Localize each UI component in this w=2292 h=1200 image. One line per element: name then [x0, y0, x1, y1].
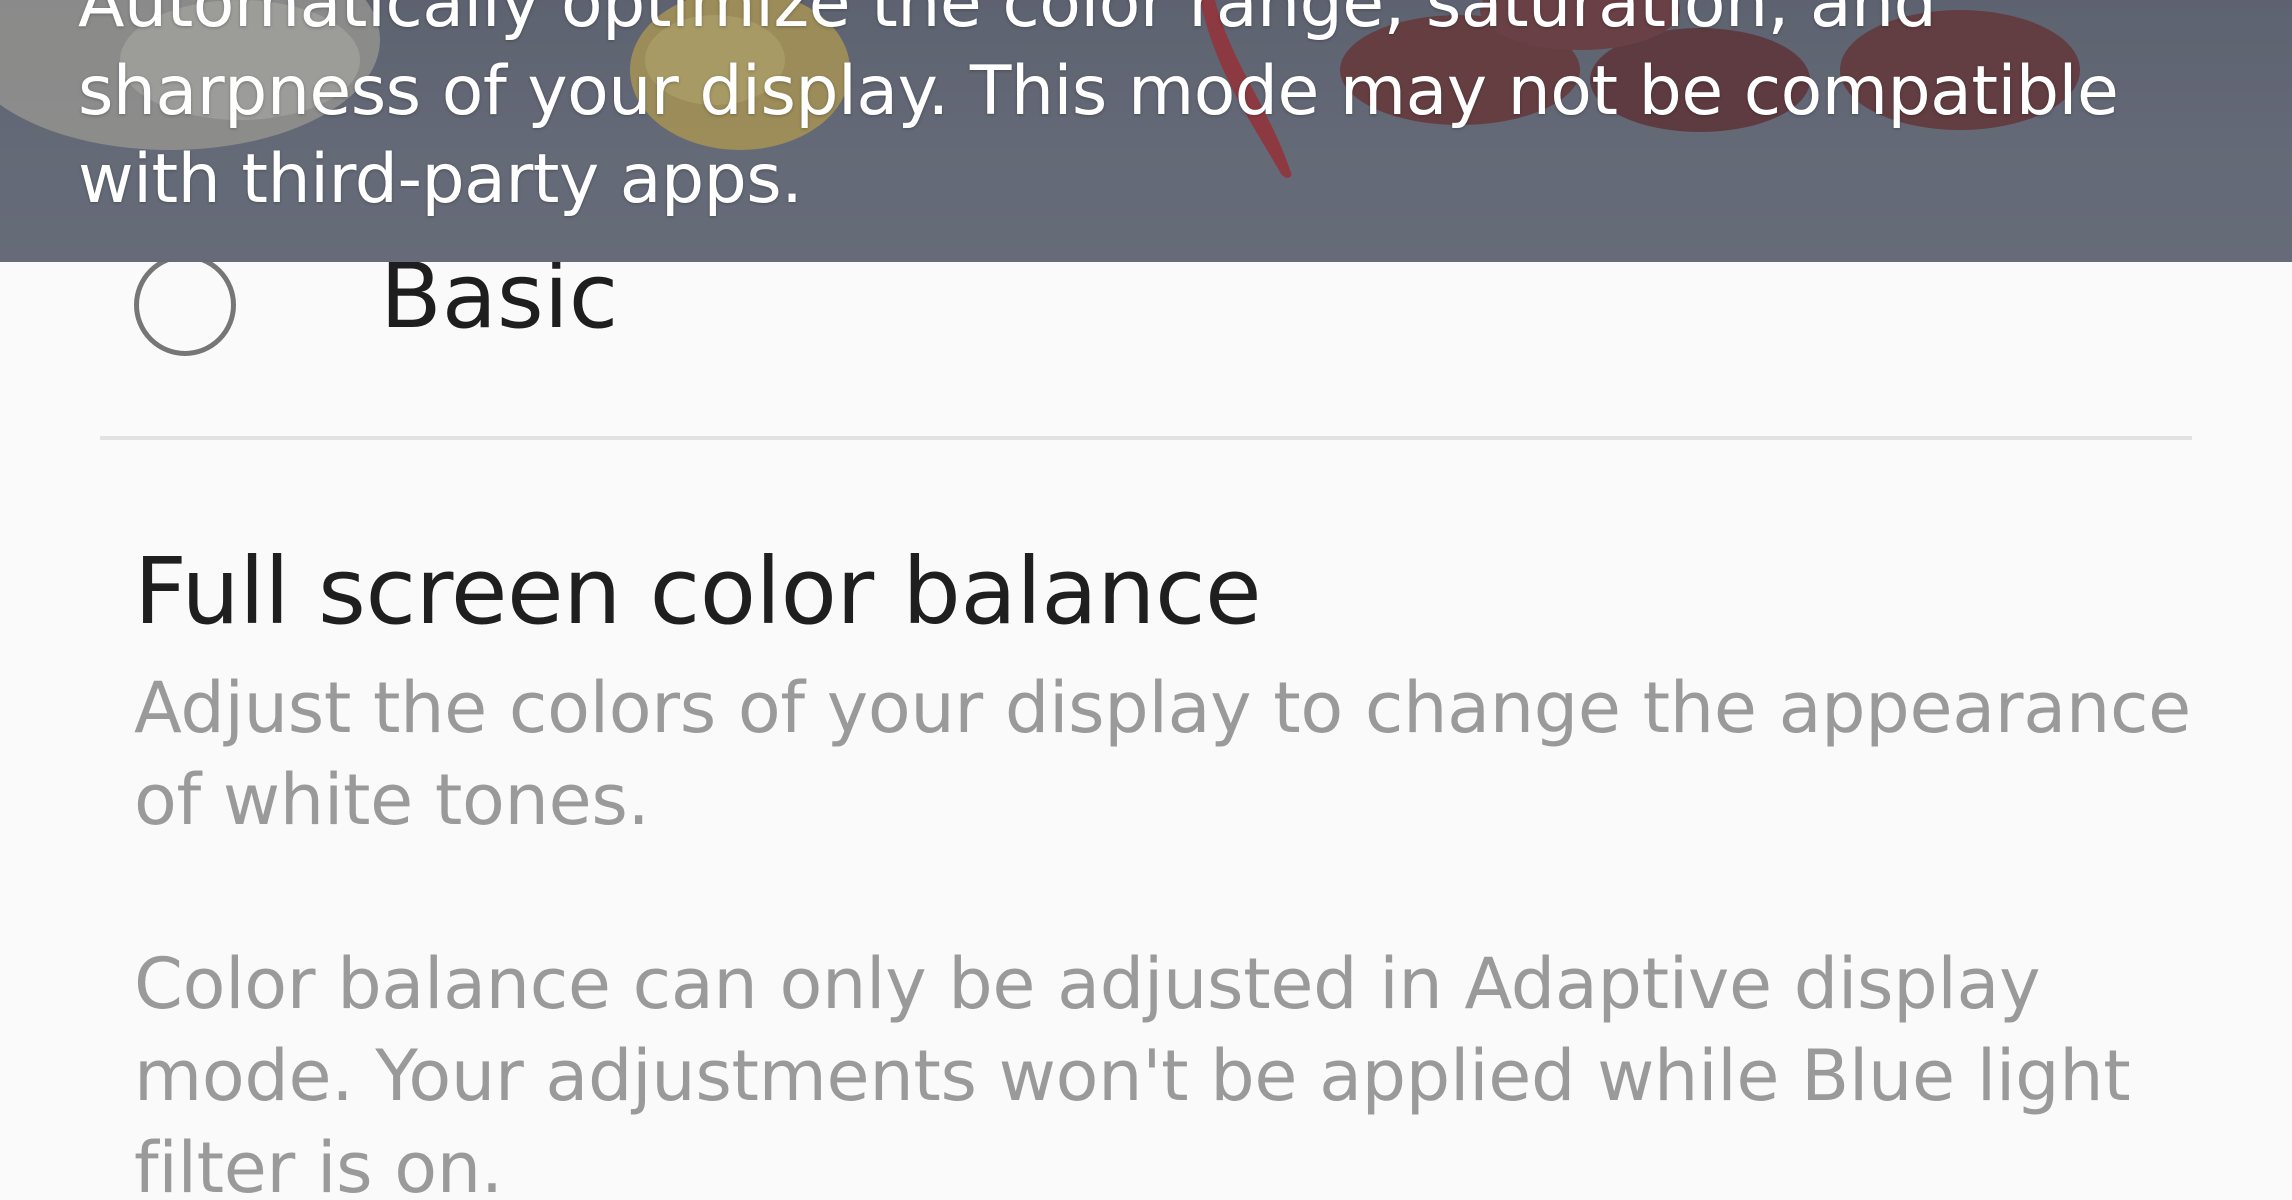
full-screen-color-balance-setting[interactable]: Full screen color balance Adjust the col…: [0, 520, 2292, 1200]
banner-description: Automatically optimize the color range, …: [78, 0, 2119, 219]
radio-unselected-icon[interactable]: [134, 254, 236, 356]
screen: Automatically optimize the color range, …: [0, 0, 2292, 1200]
section-divider: [100, 436, 2192, 440]
setting-description: Adjust the colors of your display to cha…: [134, 667, 2191, 841]
setting-note: Color balance can only be adjusted in Ad…: [134, 943, 2131, 1200]
screen-mode-banner: Automatically optimize the color range, …: [0, 0, 2292, 262]
setting-title: Full screen color balance: [134, 538, 1262, 645]
